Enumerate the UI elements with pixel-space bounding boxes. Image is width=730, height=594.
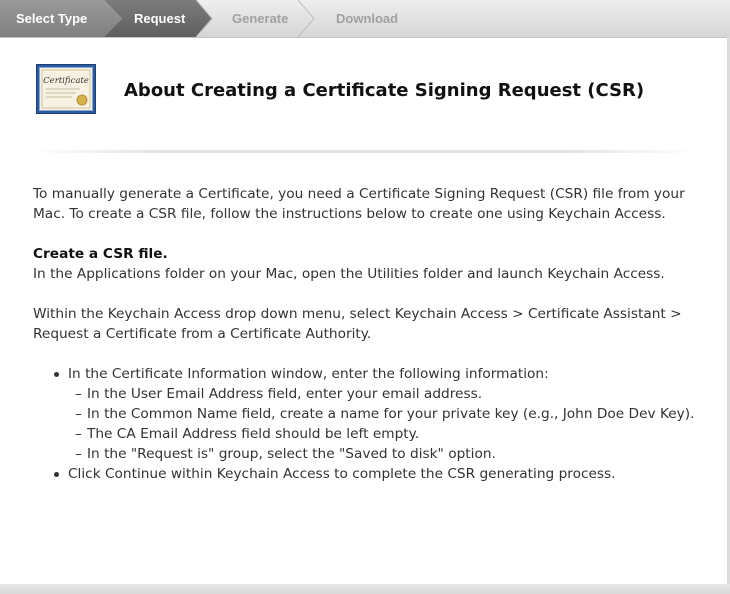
create-csr-heading: Create a CSR file. xyxy=(33,246,168,262)
intro-paragraph: To manually generate a Certificate, you … xyxy=(33,186,685,222)
window-bottom-edge xyxy=(0,584,730,594)
list-item: – In the "Request is" group, select the "… xyxy=(75,446,496,462)
step-generate: Generate xyxy=(232,11,289,26)
header-divider xyxy=(30,150,695,153)
sub-item-text: In the "Request is" group, select the "S… xyxy=(87,446,496,462)
sub-item-text: In the User Email Address field, enter y… xyxy=(87,386,483,402)
certificate-icon: Certificate xyxy=(36,64,96,114)
step-select-type: Select Type xyxy=(16,11,88,26)
step-request: Request xyxy=(134,11,186,26)
step-separator xyxy=(297,0,315,37)
list-item: Click Continue within Keychain Access to… xyxy=(33,464,713,484)
sub-item-text: The CA Email Address field should be lef… xyxy=(87,426,420,442)
list-item: – The CA Email Address field should be le… xyxy=(75,426,420,442)
keychain-menu-paragraph: Within the Keychain Access drop down men… xyxy=(33,306,682,342)
list-item: In the Certificate Information window, e… xyxy=(33,364,713,464)
certificate-icon-text: Certificate xyxy=(43,76,89,86)
bullet-text: In the Certificate Information window, e… xyxy=(68,366,549,382)
applications-paragraph: In the Applications folder on your Mac, … xyxy=(33,266,665,282)
steps-list: In the Certificate Information window, e… xyxy=(33,364,713,484)
bullet-text: Click Continue within Keychain Access to… xyxy=(68,466,616,482)
sub-steps-list: – In the User Email Address field, enter … xyxy=(68,384,713,464)
sub-item-text: In the Common Name field, create a name … xyxy=(87,406,695,422)
instructions-content: To manually generate a Certificate, you … xyxy=(33,184,713,484)
list-item: – In the Common Name field, create a name… xyxy=(75,406,695,422)
step-progress-bar: Select Type Request Generate Download xyxy=(0,0,730,38)
page-title: About Creating a Certificate Signing Req… xyxy=(124,80,645,101)
step-download: Download xyxy=(336,11,399,26)
list-item: – In the User Email Address field, enter … xyxy=(75,386,483,402)
